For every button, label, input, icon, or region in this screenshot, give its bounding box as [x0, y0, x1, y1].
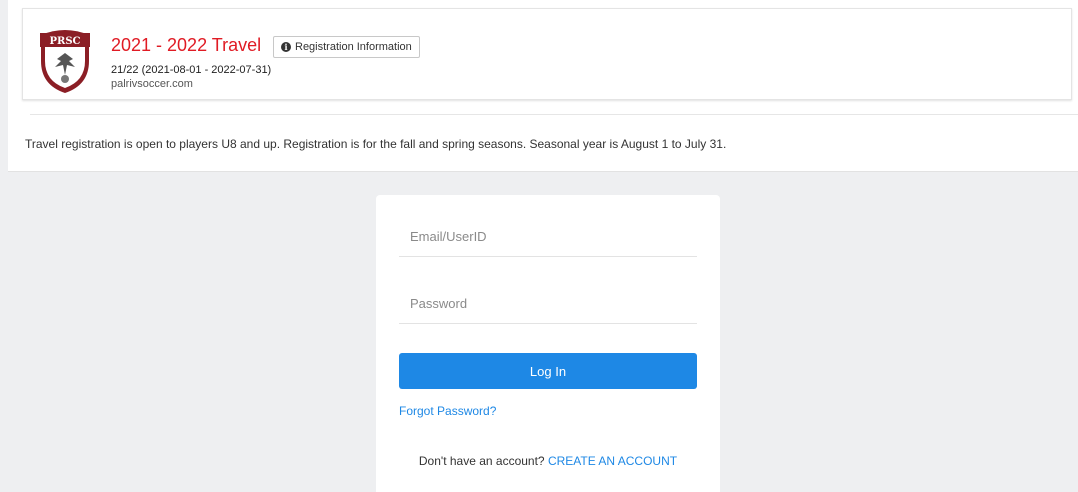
forgot-password-link[interactable]: Forgot Password?	[399, 404, 496, 418]
signup-row: Don't have an account? CREATE AN ACCOUNT	[376, 454, 720, 468]
event-header-card: PRSC 2021 - 2022 Travel i Registration I…	[22, 8, 1072, 100]
club-website: palrivsoccer.com	[111, 78, 193, 90]
season-dates: 21/22 (2021-08-01 - 2022-07-31)	[111, 64, 272, 76]
login-card: Log In Forgot Password? Don't have an ac…	[376, 195, 720, 492]
info-icon: i	[281, 42, 291, 52]
event-panel: PRSC 2021 - 2022 Travel i Registration I…	[8, 0, 1078, 172]
password-field[interactable]	[399, 284, 697, 324]
no-account-text: Don't have an account?	[418, 454, 545, 468]
logo-text: PRSC	[49, 36, 80, 47]
registration-description: Travel registration is open to players U…	[25, 137, 727, 151]
registration-information-button[interactable]: i Registration Information	[273, 36, 420, 58]
registration-information-label: Registration Information	[295, 41, 412, 53]
login-button[interactable]: Log In	[399, 353, 697, 389]
club-crest-logo: PRSC	[40, 30, 90, 93]
event-title: 2021 - 2022 Travel	[111, 35, 262, 55]
create-account-link[interactable]: CREATE AN ACCOUNT	[548, 454, 677, 468]
email-field[interactable]	[399, 217, 697, 257]
divider	[30, 114, 1078, 115]
